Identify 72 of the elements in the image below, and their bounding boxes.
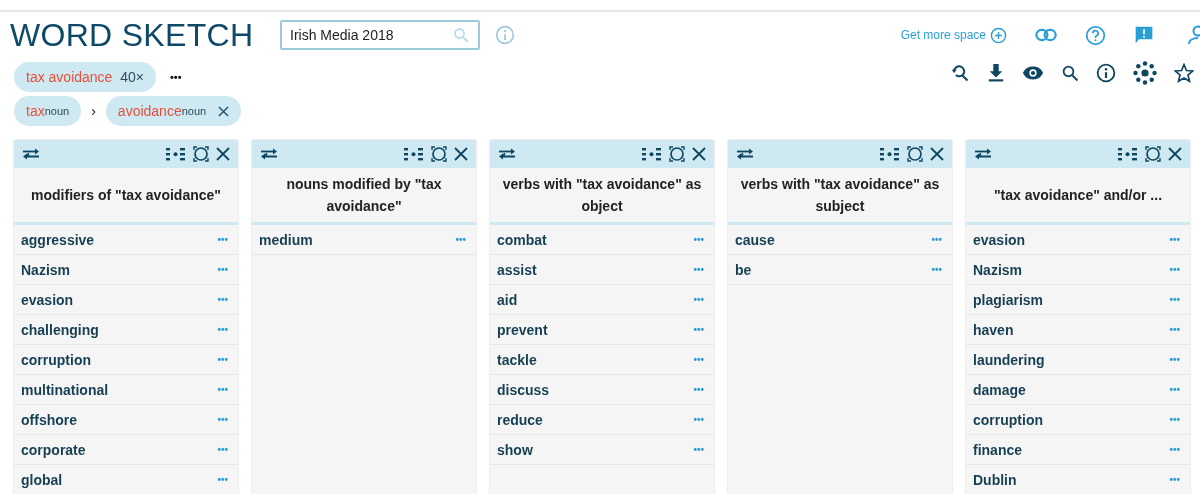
collocate-word[interactable]: combat bbox=[497, 231, 547, 248]
collocate-word[interactable]: be bbox=[735, 261, 752, 278]
dots-cluster-icon[interactable] bbox=[1133, 61, 1157, 85]
query-chip[interactable]: tax avoidance 40× bbox=[14, 62, 156, 92]
star-icon[interactable] bbox=[1174, 63, 1194, 83]
swap-icon[interactable] bbox=[22, 148, 40, 160]
collocate-word[interactable]: cause bbox=[735, 231, 775, 248]
swap-icon[interactable] bbox=[498, 148, 516, 160]
panel-title: "tax avoidance" and/or ... bbox=[993, 186, 1163, 205]
path-separator: › bbox=[91, 103, 96, 119]
panel-title: nouns modified by "tax avoidance" bbox=[285, 175, 443, 216]
close-icon[interactable] bbox=[930, 147, 944, 161]
collocate-word[interactable]: offshore bbox=[21, 411, 77, 428]
expand-icon[interactable] bbox=[1145, 146, 1161, 162]
info-icon[interactable] bbox=[1096, 63, 1116, 83]
columns-icon[interactable] bbox=[642, 147, 662, 161]
expand-icon[interactable] bbox=[907, 146, 923, 162]
collocate-word[interactable]: Dublin bbox=[973, 471, 1017, 488]
collocate-word[interactable]: aid bbox=[497, 291, 518, 308]
collocate-word[interactable]: aggressive bbox=[21, 231, 95, 248]
collocate-word[interactable]: damage bbox=[973, 381, 1026, 398]
columns-icon[interactable] bbox=[166, 147, 186, 161]
collocate-word[interactable]: assist bbox=[497, 261, 537, 278]
download-icon[interactable] bbox=[987, 63, 1005, 83]
close-icon[interactable] bbox=[454, 147, 468, 161]
search-icon[interactable] bbox=[1061, 64, 1079, 82]
close-icon[interactable] bbox=[1168, 147, 1182, 161]
collocate-word[interactable]: challenging bbox=[21, 321, 99, 338]
feedback-icon[interactable] bbox=[1134, 25, 1154, 45]
zoom-reset-icon[interactable] bbox=[950, 63, 970, 83]
collocate-word[interactable]: plagiarism bbox=[973, 291, 1044, 308]
collocate-word[interactable]: discuss bbox=[497, 381, 550, 398]
user-icon[interactable] bbox=[1188, 25, 1200, 45]
collocate-word[interactable]: show bbox=[497, 441, 533, 458]
collocate-word[interactable]: Nazism bbox=[21, 261, 71, 278]
columns-icon[interactable] bbox=[404, 147, 424, 161]
collocate-word[interactable]: medium bbox=[259, 231, 313, 248]
close-icon[interactable] bbox=[218, 105, 230, 117]
collocate-word[interactable]: evasion bbox=[21, 291, 74, 308]
collocate-word[interactable]: reduce bbox=[497, 411, 543, 428]
close-icon[interactable] bbox=[216, 147, 230, 161]
collocate-word[interactable]: Nazism bbox=[973, 261, 1023, 278]
panel-title: verbs with "tax avoidance" as subject bbox=[739, 175, 941, 216]
swap-icon[interactable] bbox=[736, 148, 754, 160]
columns-icon[interactable] bbox=[1118, 147, 1138, 161]
expand-icon[interactable] bbox=[431, 146, 447, 162]
page-title: WORD SKETCH bbox=[10, 16, 255, 54]
collocate-word[interactable]: global bbox=[21, 471, 63, 488]
collocate-word[interactable]: corporate bbox=[21, 441, 86, 458]
plus-circle-icon[interactable] bbox=[990, 26, 1007, 44]
collocate-word[interactable]: laundering bbox=[973, 351, 1045, 368]
corpus-field[interactable]: Irish Media 2018 bbox=[280, 20, 480, 50]
collocate-word[interactable]: haven bbox=[973, 321, 1014, 338]
collocate-word[interactable]: finance bbox=[973, 441, 1022, 458]
more-button[interactable]: ••• bbox=[167, 69, 184, 85]
close-icon[interactable] bbox=[692, 147, 706, 161]
collocate-word[interactable]: corruption bbox=[21, 351, 91, 368]
collocate-word[interactable]: prevent bbox=[497, 321, 548, 338]
help-icon[interactable] bbox=[1085, 24, 1106, 46]
expand-icon[interactable] bbox=[193, 146, 209, 162]
eye-icon[interactable] bbox=[1022, 65, 1044, 81]
expand-icon[interactable] bbox=[669, 146, 685, 162]
search-icon bbox=[452, 26, 470, 44]
swap-icon[interactable] bbox=[974, 148, 992, 160]
collocate-word[interactable]: tackle bbox=[497, 351, 537, 368]
columns-icon[interactable] bbox=[880, 147, 900, 161]
panel-title: verbs with "tax avoidance" as object bbox=[501, 175, 703, 216]
collocate-word[interactable]: evasion bbox=[973, 231, 1026, 248]
swap-icon[interactable] bbox=[260, 148, 278, 160]
panel-title: modifiers of "tax avoidance" bbox=[31, 186, 221, 205]
collocate-word[interactable]: corruption bbox=[973, 411, 1043, 428]
collocate-word[interactable]: multinational bbox=[21, 381, 109, 398]
